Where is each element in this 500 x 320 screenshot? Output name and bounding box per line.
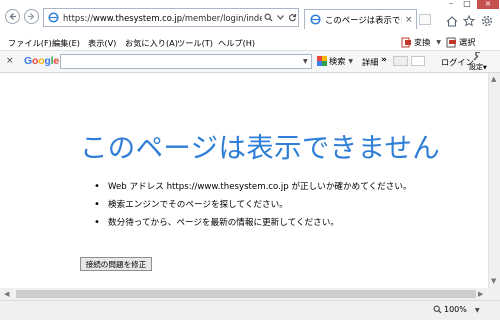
- url-prefix: https://: [63, 12, 94, 23]
- refresh-icon[interactable]: [287, 13, 298, 22]
- select-button[interactable]: 選択: [446, 36, 475, 48]
- maximize-button[interactable]: □: [461, 0, 473, 9]
- list-item: Web アドレス https://www.thesystem.co.jp が正し…: [94, 181, 412, 199]
- zoom-control[interactable]: 100%: [433, 305, 467, 314]
- list-item: 検索エンジンでそのページを探してください。: [94, 199, 412, 217]
- scroll-right-icon[interactable]: ▶: [478, 290, 483, 298]
- forward-button[interactable]: [24, 9, 39, 24]
- convert-pdf-icon: [401, 37, 411, 47]
- google-logo-letter: e: [53, 55, 59, 67]
- toolbar-close-icon[interactable]: ×: [6, 56, 14, 66]
- tab-close-icon[interactable]: ×: [405, 15, 413, 25]
- back-button[interactable]: [5, 9, 20, 24]
- vertical-scrollbar[interactable]: ▲ ▼: [488, 73, 500, 288]
- search-dropdown-icon[interactable]: ▼: [303, 58, 308, 65]
- browser-title-row: https://www.thesystem.co.jp/member/login…: [0, 0, 500, 34]
- url-domain: www.thesystem.co.jp: [93, 12, 183, 23]
- menu-tools[interactable]: ツール(T): [177, 37, 213, 49]
- horizontal-scrollbar[interactable]: ◀ ▶: [0, 288, 488, 300]
- url-path: /member/login/index.html?id: [182, 12, 262, 23]
- ie-page-icon: [48, 12, 59, 23]
- error-suggestion-list: Web アドレス https://www.thesystem.co.jp が正し…: [94, 181, 412, 235]
- settings-gear-icon[interactable]: [480, 14, 494, 28]
- convert-button[interactable]: 変換 ▼: [401, 36, 441, 48]
- scrollbar-corner: [488, 288, 500, 300]
- page-content: このページは表示できません Web アドレス https://www.thesy…: [0, 73, 488, 288]
- more-chevron-icon[interactable]: »: [381, 55, 387, 65]
- forward-arrow-icon: [28, 13, 35, 20]
- toolbar-blank-button: [411, 56, 425, 66]
- list-item: 数分待ってから、ページを最新の情報に更新してください。: [94, 217, 412, 235]
- tab-label: このページは表示できま...: [325, 14, 402, 25]
- toolbar-disabled-button: [393, 56, 408, 66]
- horizontal-scroll-thumb[interactable]: [16, 290, 476, 298]
- menu-edit[interactable]: 編集(E): [52, 37, 80, 49]
- tab-error-page[interactable]: このページは表示できま... ×: [304, 9, 417, 29]
- error-title: このページは表示できません: [80, 132, 441, 164]
- menu-bar: ファイル(F) 編集(E) 表示(V) お気に入り(A) ツール(T) ヘルプ(…: [0, 34, 500, 51]
- home-icon[interactable]: [445, 14, 459, 28]
- select-label: 選択: [459, 37, 476, 47]
- zoom-magnifier-icon: [433, 305, 442, 314]
- minimize-button[interactable]: –: [445, 0, 457, 9]
- scroll-up-icon[interactable]: ▲: [491, 75, 496, 83]
- menu-favorites[interactable]: お気に入り(A): [125, 37, 178, 49]
- search-icon[interactable]: [263, 13, 274, 22]
- google-logo: Google: [24, 55, 59, 67]
- google-search-button[interactable]: 検索 ▼: [317, 55, 353, 67]
- favorites-star-icon[interactable]: [462, 14, 476, 28]
- menu-file[interactable]: ファイル(F): [8, 37, 52, 49]
- new-tab-button[interactable]: [419, 14, 431, 25]
- google-logo-letter: G: [24, 55, 32, 67]
- details-button[interactable]: 詳細: [362, 56, 378, 68]
- wrench-icon: [473, 51, 481, 61]
- url-text[interactable]: https://www.thesystem.co.jp/member/login…: [63, 13, 262, 23]
- menu-view[interactable]: 表示(V): [88, 37, 116, 49]
- scroll-left-icon[interactable]: ◀: [4, 290, 9, 298]
- select-icon: [446, 37, 456, 47]
- convert-label: 変換: [414, 37, 431, 47]
- convert-dropdown-icon[interactable]: ▼: [436, 39, 441, 46]
- menu-help[interactable]: ヘルプ(H): [218, 37, 255, 49]
- google-g-icon: [317, 56, 327, 66]
- settings-label: 設定: [469, 63, 483, 71]
- fix-connection-button[interactable]: 接続の問題を修正: [80, 257, 152, 271]
- search-options-icon[interactable]: ▼: [348, 58, 353, 65]
- zoom-dropdown-icon[interactable]: ▼: [475, 307, 480, 314]
- address-bar[interactable]: https://www.thesystem.co.jp/member/login…: [43, 8, 299, 27]
- close-window-button[interactable]: ×: [477, 0, 499, 9]
- google-search-input[interactable]: [60, 54, 312, 69]
- search-label: 検索: [329, 56, 346, 66]
- status-bar: 100% ▼: [0, 300, 500, 320]
- google-toolbar: × Google ▼ 検索 ▼ 詳細 » ログイン 設定▼: [0, 51, 500, 73]
- dropdown-arrow-icon[interactable]: [275, 15, 286, 20]
- back-arrow-icon: [9, 13, 16, 20]
- zoom-level: 100%: [444, 305, 467, 314]
- ie-tab-icon: [310, 14, 321, 25]
- scroll-down-icon[interactable]: ▼: [491, 277, 496, 285]
- toolbar-settings-button[interactable]: 設定▼: [469, 51, 487, 72]
